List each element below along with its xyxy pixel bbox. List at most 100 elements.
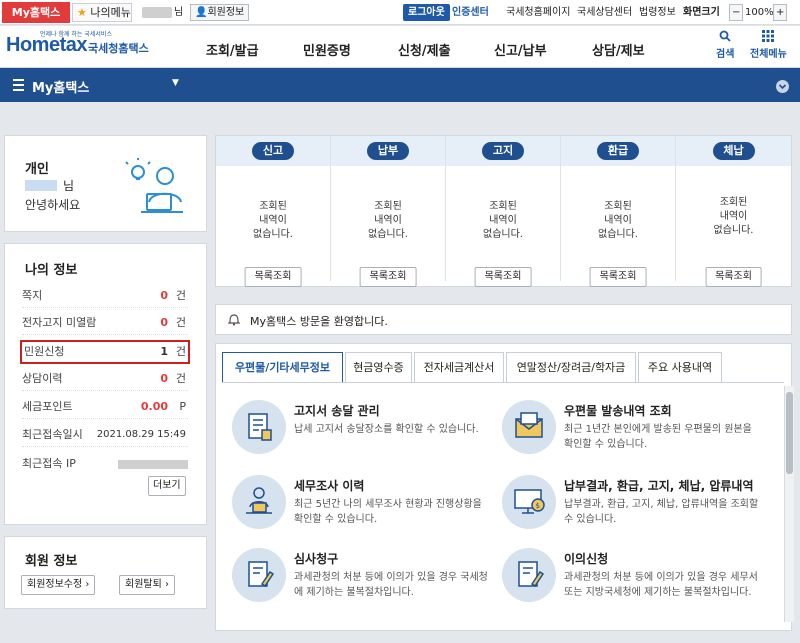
welcome-notice-bar: My홈택스 방문을 환영합니다. <box>215 304 792 335</box>
global-navigation: 언제나 함께 하는 국세서비스 Hometax 국세청홈택스 조회/발급 민원증… <box>0 26 800 68</box>
service-desc: 과세관청의 처분 등에 이의가 있을 경우 국세청에 제기하는 불복절차입니다. <box>294 572 488 598</box>
law-info-link[interactable]: 법령정보 <box>639 4 676 21</box>
user-name-masked <box>25 180 57 191</box>
member-info-button[interactable]: 👤회원정보 <box>190 4 250 21</box>
info-unit: 건 <box>175 372 186 385</box>
info-value: 0 <box>160 289 168 302</box>
my-menu-label: 나의메뉴 <box>90 6 131 19</box>
more-button[interactable]: 더보기 <box>148 476 186 496</box>
my-hometax-tab[interactable]: My홈택스 <box>2 2 70 23</box>
chevron-down-icon[interactable] <box>776 80 789 93</box>
hometax-logo[interactable]: 언제나 함께 하는 국세서비스 Hometax 국세청홈택스 <box>6 29 151 65</box>
cert-center-link[interactable]: 인증센터 <box>452 4 489 21</box>
zoom-value: 100% <box>745 7 774 18</box>
person-icon: 👤 <box>195 7 208 18</box>
user-name-masked <box>142 7 172 18</box>
gnb-menu-consult[interactable]: 상담/제보 <box>592 40 645 59</box>
user-type: 개인 <box>25 162 49 177</box>
zoom-out-button[interactable]: − <box>729 4 744 21</box>
status-empty-text: 조회된 내역이 없습니다. <box>368 201 408 240</box>
info-unit: P <box>179 400 186 413</box>
tab-usage-history[interactable]: 주요 사용내역 <box>638 352 722 383</box>
gnb-menu-certificate[interactable]: 민원증명 <box>303 40 351 59</box>
zoom-in-button[interactable]: + <box>773 4 788 21</box>
search-button[interactable]: 검색 <box>716 30 734 60</box>
service-desc: 납부결과, 환급, 고지, 체납, 압류내역을 조회할 수 있습니다. <box>564 499 759 525</box>
nts-counsel-link[interactable]: 국세상담센터 <box>577 4 632 21</box>
status-list-button[interactable]: 목록조회 <box>474 267 532 287</box>
status-col-filing: 신고 조회된 내역이 없습니다. 목록조회 <box>216 136 331 287</box>
status-list-button[interactable]: 목록조회 <box>705 267 762 287</box>
nts-home-link[interactable]: 국세청홈페이지 <box>506 4 570 21</box>
search-icon <box>719 30 731 42</box>
person-desk-icon <box>232 475 286 529</box>
hamburger-icon[interactable] <box>13 79 24 91</box>
document-icon <box>232 400 286 454</box>
info-row-last-ip: 최근접속 IP <box>22 452 188 476</box>
tab-e-tax-invoice[interactable]: 전자세금계산서 <box>414 352 504 383</box>
pencil-doc-icon <box>502 548 556 602</box>
ip-masked <box>118 460 188 469</box>
greeting-text: 안녕하세요 <box>25 198 81 212</box>
all-menu-button[interactable]: 전체메뉴 <box>750 30 787 60</box>
service-mail-history[interactable]: 우편물 발송내역 조회 최근 1년간 본인에게 발송된 우편물의 원본을 확인할… <box>502 400 762 460</box>
info-row-tax-point[interactable]: 세금포인트 0.00 P <box>22 395 188 419</box>
monitor-coin-icon: $ <box>502 475 556 529</box>
tab-mail-tax-info[interactable]: 우편물/기타세무정보 <box>222 352 343 383</box>
all-menu-label: 전체메뉴 <box>750 49 787 60</box>
info-label: 최근접속일시 <box>22 428 83 441</box>
info-value: 1 <box>160 345 168 358</box>
welcome-notice-text: My홈택스 방문을 환영합니다. <box>250 315 388 328</box>
info-row-unread-notice[interactable]: 전자고지 미열람 0 건 <box>22 311 188 335</box>
info-value: 2021.08.29 15:49 <box>96 429 186 440</box>
search-label: 검색 <box>716 49 735 60</box>
services-scrollbar[interactable] <box>784 386 794 622</box>
status-empty-text: 조회된 내역이 없습니다. <box>483 201 523 240</box>
gnb-menu-application[interactable]: 신청/제출 <box>398 40 451 59</box>
info-row-civil-request[interactable]: 민원신청 1 건 <box>20 340 190 364</box>
status-empty-text: 조회된 내역이 없습니다. <box>598 201 638 240</box>
caret-down-icon[interactable]: ▼ <box>172 78 179 88</box>
info-label: 세금포인트 <box>22 400 73 413</box>
service-title: 납부결과, 환급, 고지, 체납, 압류내역 <box>564 479 754 493</box>
member-withdraw-label: 회원탈퇴 <box>125 579 162 590</box>
scrollbar-thumb[interactable] <box>786 392 793 474</box>
info-label: 전자고지 미열람 <box>22 316 97 329</box>
info-unit: 건 <box>175 345 186 358</box>
service-audit-history[interactable]: 세무조사 이력 최근 5년간 나의 세무조사 현황과 진행상황을 확인할 수 있… <box>232 475 492 535</box>
logout-button[interactable]: 로그아웃 <box>403 4 450 21</box>
service-review-request[interactable]: 심사청구 과세관청의 처분 등에 이의가 있을 경우 국세청에 제기하는 불복절… <box>232 548 492 608</box>
info-row-message[interactable]: 쪽지 0 건 <box>22 284 188 308</box>
info-row-consult-history[interactable]: 상담이력 0 건 <box>22 367 188 391</box>
member-edit-button[interactable]: 회원정보수정 › <box>21 575 96 595</box>
member-withdraw-button[interactable]: 회원탈퇴 › <box>119 575 175 595</box>
tab-cash-receipt[interactable]: 현금영수증 <box>345 352 412 383</box>
member-info-card: 회원 정보 회원정보수정 › 회원탈퇴 › <box>4 536 207 609</box>
my-info-title: 나의 정보 <box>25 263 78 278</box>
my-hometax-title[interactable]: My홈택스 <box>32 77 89 96</box>
status-list-button[interactable]: 목록조회 <box>589 267 647 287</box>
my-menu-tab[interactable]: ★ 나의메뉴 <box>72 3 132 22</box>
service-desc: 과세관청의 처분 등에 이의가 있을 경우 세무서 또는 지방국세청에 제기하는… <box>564 572 758 598</box>
status-list-button[interactable]: 목록조회 <box>244 267 302 287</box>
user-suffix: 님 <box>174 7 184 18</box>
status-label: 환급 <box>597 142 639 160</box>
info-row-last-login: 최근접속일시 2021.08.29 15:49 <box>22 423 188 447</box>
service-bill-delivery[interactable]: 고지서 송달 관리 납세 고지서 송달장소를 확인할 수 있습니다. <box>232 400 492 460</box>
svg-text:$: $ <box>536 502 540 510</box>
chevron-right-icon: › <box>85 579 90 590</box>
gnb-menu-filing[interactable]: 신고/납부 <box>494 40 547 59</box>
user-computer-icon <box>125 158 183 213</box>
service-desc: 납세 고지서 송달장소를 확인할 수 있습니다. <box>294 424 479 435</box>
member-edit-label: 회원정보수정 <box>27 579 83 590</box>
info-label: 쪽지 <box>22 289 43 302</box>
pencil-doc-icon <box>232 548 286 602</box>
status-panel: 신고 조회된 내역이 없습니다. 목록조회 납부 조회된 내역이 없습니다. 목록조회 … <box>215 135 792 287</box>
info-unit: 건 <box>175 316 186 329</box>
status-col-payment: 납부 조회된 내역이 없습니다. 목록조회 <box>331 136 446 287</box>
gnb-menu-inquiry[interactable]: 조회/발급 <box>206 40 259 59</box>
service-payment-records[interactable]: $ 납부결과, 환급, 고지, 체납, 압류내역 납부결과, 환급, 고지, 체… <box>502 475 762 535</box>
tab-year-end[interactable]: 연말정산/장려금/학자금 <box>506 352 636 383</box>
service-objection[interactable]: 이의신청 과세관청의 처분 등에 이의가 있을 경우 세무서 또는 지방국세청에… <box>502 548 762 608</box>
status-list-button[interactable]: 목록조회 <box>359 267 417 287</box>
